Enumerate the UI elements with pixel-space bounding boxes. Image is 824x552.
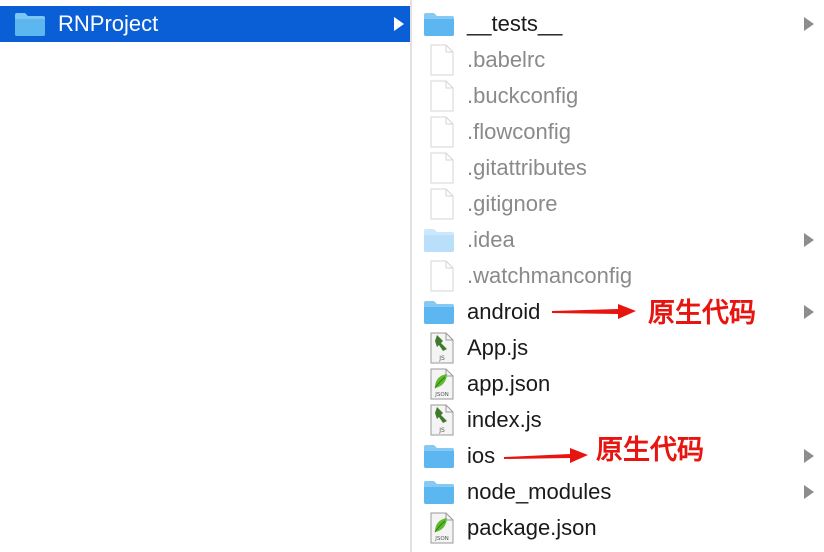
item-label: package.json: [467, 515, 597, 540]
document-icon: [426, 260, 458, 292]
chevron-right-icon[interactable]: [804, 449, 814, 463]
document-icon: [426, 188, 458, 220]
item-label: .gitignore: [467, 191, 558, 216]
svg-text:JSON: JSON: [434, 536, 449, 542]
folder-icon: [423, 440, 455, 472]
annotation-label-ios: 原生代码: [596, 435, 704, 466]
folder-row-rnproject[interactable]: RNProject: [0, 6, 410, 42]
list-item[interactable]: .gitignore: [412, 186, 824, 222]
left-column: RNProject: [0, 0, 410, 552]
item-label: .gitattributes: [467, 155, 587, 180]
folder-icon: [14, 8, 46, 40]
svg-text:JSON: JSON: [434, 392, 449, 398]
item-label: index.js: [467, 407, 542, 432]
list-item[interactable]: .watchmanconfig: [412, 258, 824, 294]
folder-label: RNProject: [58, 11, 159, 36]
annotation-arrow-android: [552, 304, 636, 319]
svg-text:JS: JS: [438, 355, 445, 362]
chevron-right-icon[interactable]: [394, 17, 404, 31]
item-label: node_modules: [467, 479, 612, 504]
json-file-icon: JSON: [426, 368, 458, 400]
document-icon: [426, 152, 458, 184]
list-item[interactable]: JS App.js: [412, 330, 824, 366]
right-column: __tests__ .babelrc .buckconfig .flowconf…: [412, 0, 824, 552]
list-item[interactable]: .flowconfig: [412, 114, 824, 150]
item-label: .idea: [467, 227, 515, 252]
folder-icon: [423, 224, 455, 256]
list-item[interactable]: .babelrc: [412, 42, 824, 78]
item-label: .watchmanconfig: [467, 263, 633, 288]
folder-icon: [423, 476, 455, 508]
item-label: .buckconfig: [467, 83, 579, 108]
document-icon: [426, 80, 458, 112]
json-file-icon: JSON: [426, 512, 458, 544]
list-item[interactable]: __tests__: [412, 6, 824, 42]
document-icon: [426, 116, 458, 148]
chevron-right-icon[interactable]: [804, 233, 814, 247]
document-icon: [426, 44, 458, 76]
svg-text:JS: JS: [438, 427, 445, 434]
item-label: ios: [467, 443, 496, 468]
chevron-right-icon[interactable]: [804, 17, 814, 31]
list-item[interactable]: node_modules: [412, 474, 824, 510]
chevron-right-icon[interactable]: [804, 305, 814, 319]
folder-icon: [423, 296, 455, 328]
item-label: app.json: [467, 371, 551, 396]
list-item[interactable]: JSON package.json: [412, 510, 824, 546]
list-item[interactable]: .buckconfig: [412, 78, 824, 114]
item-label: .flowconfig: [467, 119, 571, 144]
list-item[interactable]: .idea: [412, 222, 824, 258]
js-file-icon: JS: [426, 404, 458, 436]
list-item[interactable]: .gitattributes: [412, 150, 824, 186]
item-label: android: [467, 299, 541, 324]
item-label: .babelrc: [467, 47, 546, 72]
js-file-icon: JS: [426, 332, 458, 364]
chevron-right-icon[interactable]: [804, 485, 814, 499]
folder-icon: [423, 8, 455, 40]
item-label: App.js: [467, 335, 529, 360]
list-item[interactable]: JSON app.json: [412, 366, 824, 402]
annotation-arrow-ios: [504, 448, 588, 463]
annotation-label-android: 原生代码: [648, 298, 756, 329]
item-label: __tests__: [467, 11, 563, 36]
